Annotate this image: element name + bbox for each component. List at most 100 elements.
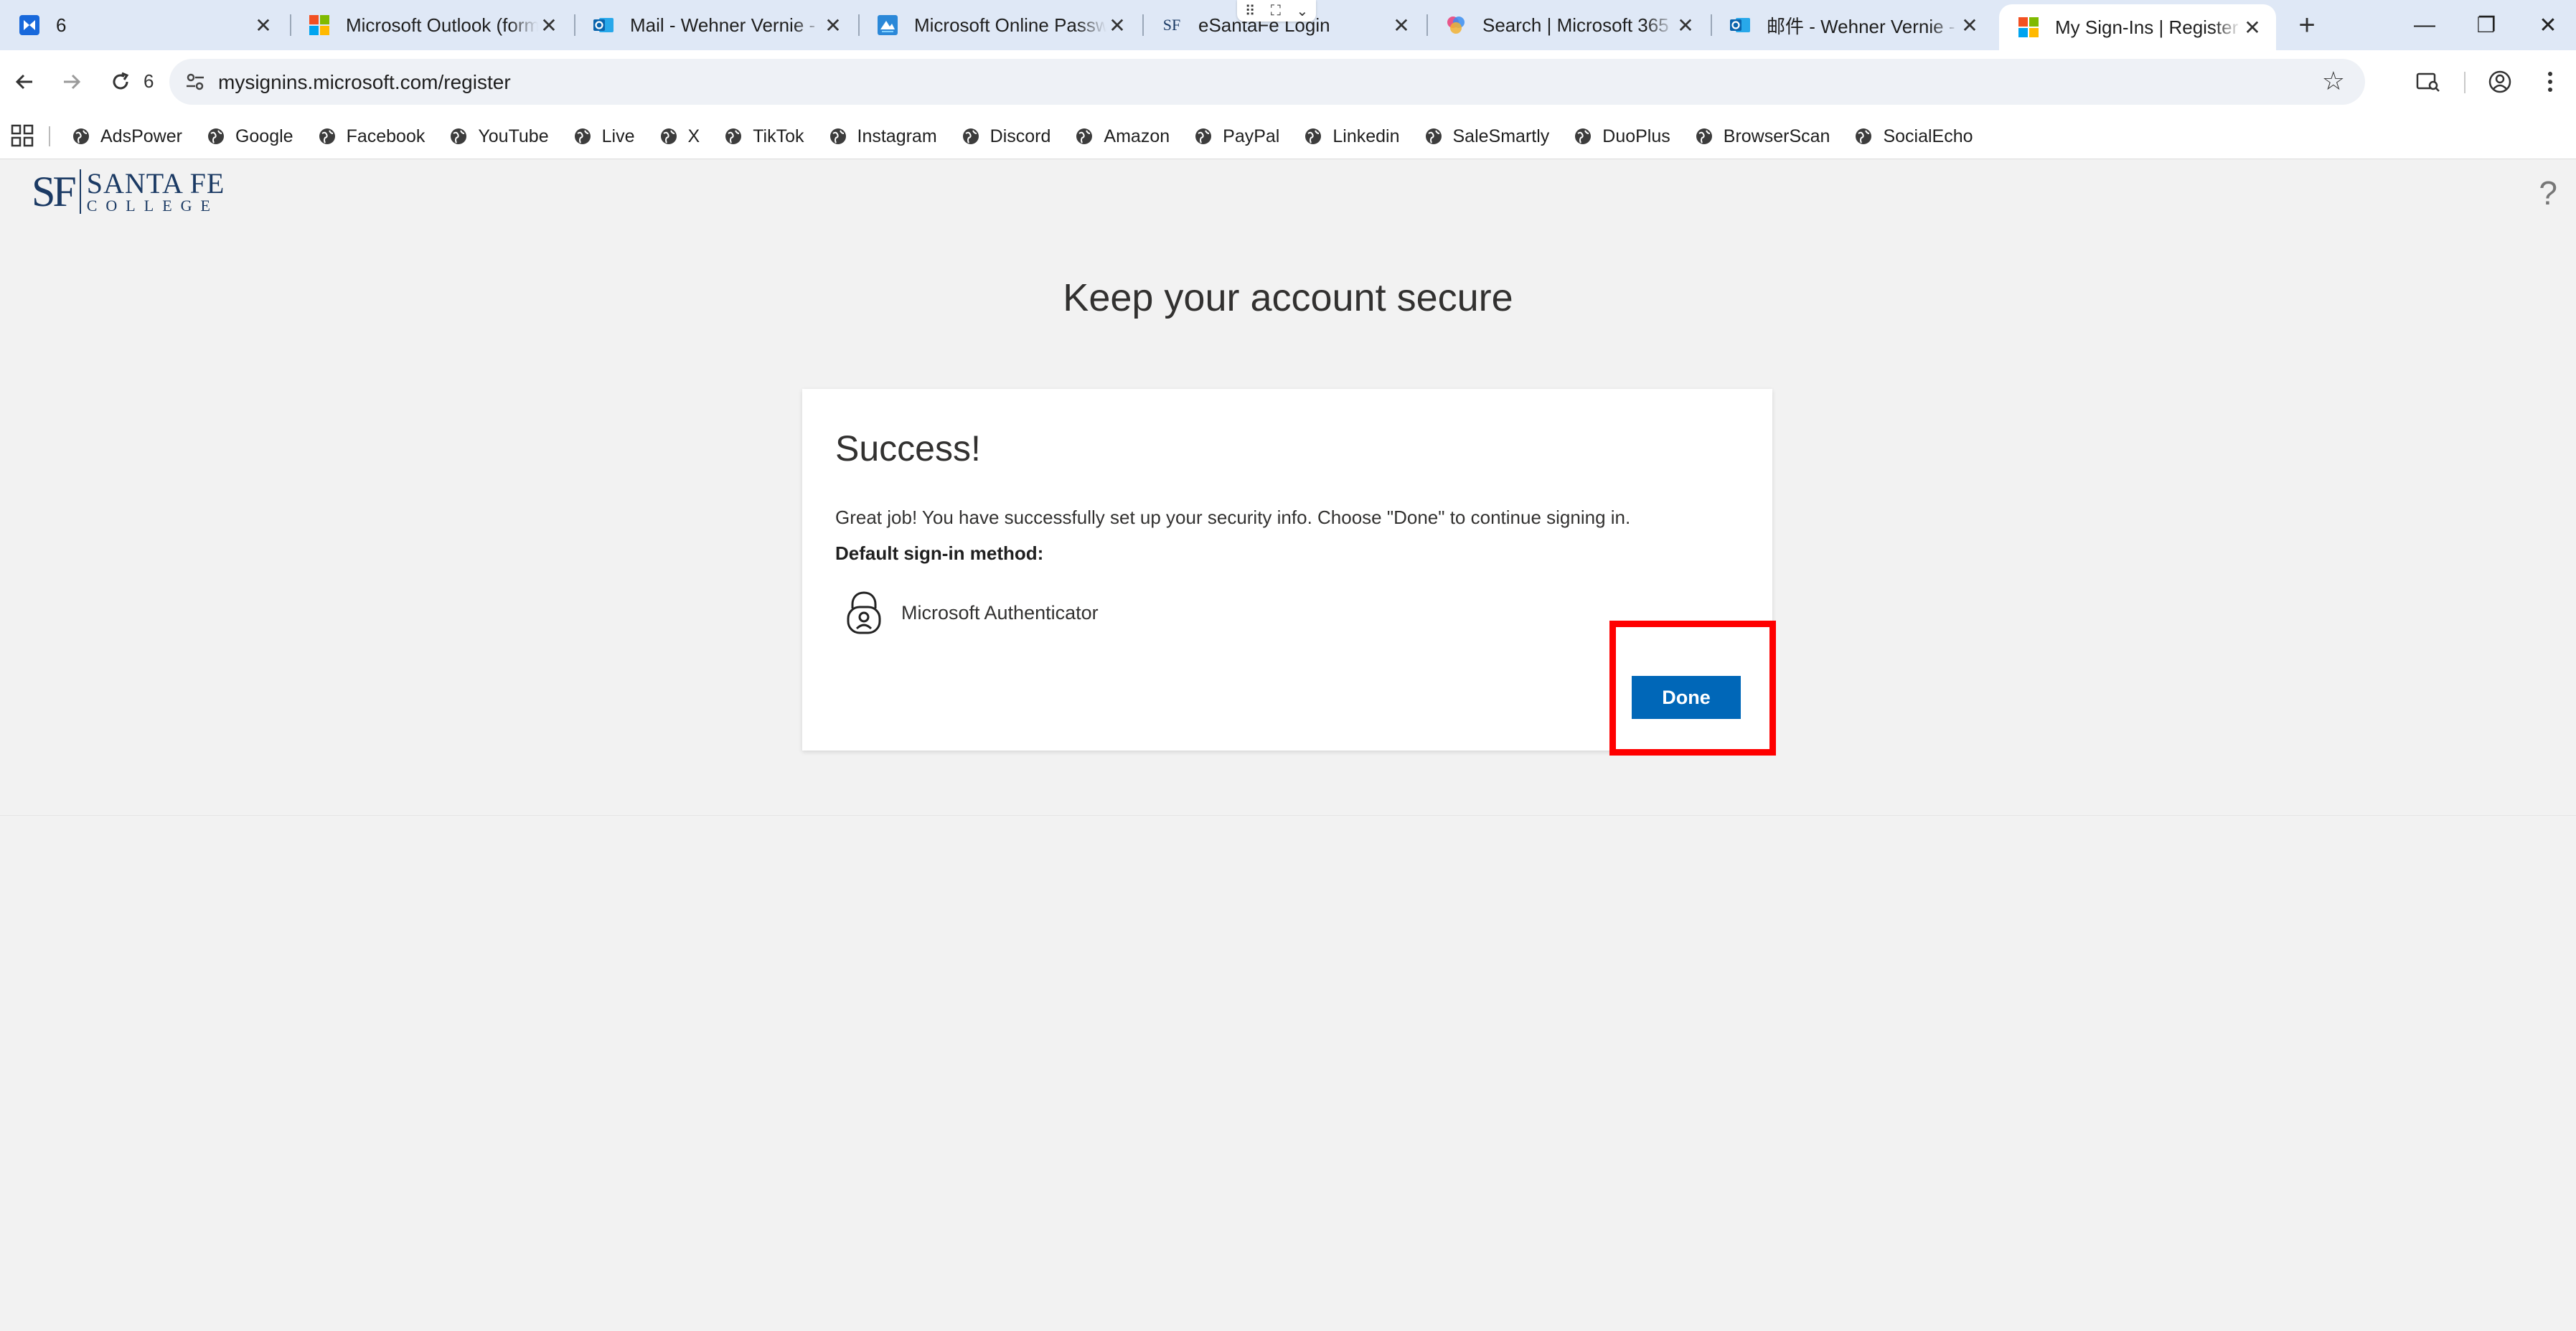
success-card: Success! Great job! You have successfull… [802,389,1772,751]
logo-subtitle: COLLEGE [86,197,219,215]
extension-floating-bar[interactable]: ⠿ ⛶ ⌄ [1237,0,1316,22]
bookmark-label: Live [601,126,635,146]
chevron-down-icon[interactable]: ⌄ [1296,2,1308,20]
bookmark-item[interactable]: PayPal [1194,126,1279,147]
bookmark-item[interactable]: Discord [962,126,1051,147]
forward-button[interactable] [53,63,90,100]
bookmark-item[interactable]: Facebook [318,126,426,147]
default-method-label: Default sign-in method: [835,542,1044,564]
bookmark-label: DuoPlus [1602,126,1670,146]
back-button[interactable] [6,63,43,100]
apps-grid-icon[interactable] [10,123,34,148]
santa-fe-college-logo: SF SANTA FE COLLEGE [32,169,225,214]
tab-title: My Sign-Ins | Register | Microsoft [2055,16,2242,38]
close-tab-icon[interactable]: ✕ [1391,14,1412,37]
bookmark-label: YouTube [478,126,549,146]
outlook-icon [593,14,614,36]
bookmark-item[interactable]: Amazon [1075,126,1170,147]
bookmark-item[interactable]: SocialEcho [1854,126,1973,147]
globe-icon [1696,128,1712,144]
bookmark-label: Facebook [346,126,426,146]
tab-title: Mail - Wehner Vernie - Outlook [630,14,822,36]
bookmark-item[interactable]: TikTok [724,126,804,147]
tab-1[interactable]: 6 ✕ [0,6,287,44]
bookmark-item[interactable]: BrowserScan [1695,126,1830,147]
menu-button[interactable] [2532,63,2569,100]
close-window-button[interactable]: ✕ [2517,0,2576,50]
site-settings-icon[interactable] [182,69,208,95]
globe-icon [1575,128,1592,144]
bookmark-label: SocialEcho [1883,126,1973,146]
browser-toolbar: 6 mysignins.microsoft.com/register ☆ [0,50,2576,113]
bookmark-label: BrowserScan [1723,126,1830,146]
tab-strip: 6 ✕ Microsoft Outlook (formerly Hotmail)… [0,0,2576,50]
address-bar[interactable]: mysignins.microsoft.com/register ☆ [169,59,2365,105]
reload-button[interactable] [102,63,139,100]
password-reset-icon [877,14,898,36]
globe-icon [660,128,677,144]
bookmark-item[interactable]: X [659,126,700,147]
main-content: Keep your account secure Success! Great … [0,228,2576,815]
globe-icon [1076,128,1093,144]
reload-count: 6 [144,70,154,92]
close-tab-icon[interactable]: ✕ [538,14,560,37]
close-tab-icon[interactable]: ✕ [2242,16,2263,39]
profile-button[interactable] [2481,63,2519,100]
profile-icon [2488,70,2511,93]
help-icon[interactable]: ? [2539,174,2557,212]
tab-2[interactable]: Microsoft Outlook (formerly Hotmail) ✕ [290,6,573,44]
tab-7[interactable]: 邮件 - Wehner Vernie - Outlook ✕ [1711,6,1993,44]
microsoft-icon [309,14,330,36]
close-tab-icon[interactable]: ✕ [1959,14,1980,37]
bookmark-label: PayPal [1223,126,1280,146]
restore-button[interactable]: ❐ [2455,0,2517,50]
globe-icon [73,128,89,144]
close-tab-icon[interactable]: ✕ [822,14,844,37]
arrow-left-icon [15,74,32,90]
jira-icon [19,14,40,36]
bookmarks-separator [49,126,50,146]
default-method-row: Microsoft Authenticator [844,590,1099,636]
done-button[interactable]: Done [1632,676,1741,719]
close-tab-icon[interactable]: ✕ [253,14,274,37]
globe-icon [962,128,979,144]
bookmark-item[interactable]: YouTube [449,126,549,147]
card-heading: Success! [835,428,981,469]
tab-search-icon [2416,72,2440,92]
tab-4[interactable]: Microsoft Online Password Reset ✕ [858,6,1141,44]
new-tab-button[interactable]: + [2289,7,2325,43]
bookmark-item[interactable]: AdsPower [72,126,182,147]
tab-3[interactable]: Mail - Wehner Vernie - Outlook ✕ [574,6,857,44]
method-name: Microsoft Authenticator [901,601,1099,624]
bookmark-star-icon[interactable]: ☆ [2322,66,2345,96]
tab-6[interactable]: Search | Microsoft 365 Copilot ✕ [1426,6,1709,44]
bookmark-label: X [687,126,700,146]
bookmark-label: Discord [989,126,1051,146]
bookmarks-bar: AdsPower Google Facebook YouTube Live X TikTok… [0,113,2576,159]
globe-icon [451,128,467,144]
globe-icon [1305,128,1322,144]
url-text: mysignins.microsoft.com/register [218,71,511,93]
bookmark-item[interactable]: Google [207,126,293,147]
site-header: SF SANTA FE COLLEGE ? [0,159,2576,228]
bookmark-item[interactable]: Linkedin [1304,126,1400,147]
bookmark-item[interactable]: Live [573,126,635,147]
bookmark-label: Amazon [1104,126,1170,146]
bookmark-label: AdsPower [100,126,182,146]
page-background [0,815,2576,1331]
close-tab-icon[interactable]: ✕ [1106,14,1128,37]
tab-title: 6 [56,14,67,36]
bookmark-item[interactable]: DuoPlus [1574,126,1670,147]
bookmark-list: AdsPower Google Facebook YouTube Live X TikTok… [72,113,1998,159]
drag-handle-icon[interactable]: ⠿ [1245,2,1256,20]
bookmark-item[interactable]: SaleSmartly [1424,126,1549,147]
fullscreen-icon[interactable]: ⛶ [1271,3,1281,19]
bookmark-item[interactable]: Instagram [829,126,937,147]
page-title: Keep your account secure [1063,276,1513,319]
close-tab-icon[interactable]: ✕ [1675,14,1696,37]
reading-list-button[interactable] [2410,63,2447,100]
minimize-button[interactable]: — [2394,0,2455,50]
tab-8-active[interactable]: My Sign-Ins | Register | Microsoft ✕ [1999,4,2276,50]
globe-icon [829,128,846,144]
tab-title: Microsoft Outlook (formerly Hotmail) [346,14,538,36]
